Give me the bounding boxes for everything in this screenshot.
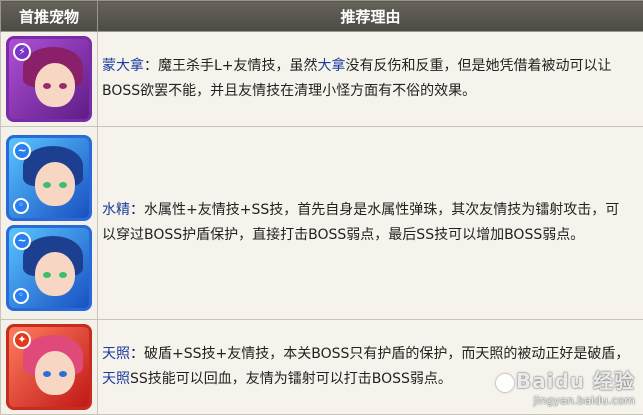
pet-cell: ⚡	[1, 32, 98, 127]
eye	[43, 272, 51, 278]
baidu-watermark: Baidu 经验 jingyan.baidu.com	[494, 365, 635, 407]
reason-cell: 蒙大拿：魔王杀手L+友情技，虽然大拿没有反伤和反重，但是她凭借着被动可以让BOS…	[98, 32, 643, 127]
pet-avatar-amaterasu[interactable]: ✦	[6, 324, 92, 410]
eye	[59, 371, 67, 377]
water-badge-icon: ~	[13, 142, 31, 160]
recommendation-table: 首推宠物 推荐理由 ⚡ 蒙大拿：魔王杀手L+友情技，虽然大拿没有反伤和反重，但是…	[0, 0, 643, 415]
reason-text: ：水属性+友情技+SS技，首先自身是水属性弹珠，其次友情技为镭射攻击，可以穿过B…	[102, 202, 619, 243]
pet-name: 水精	[102, 202, 130, 218]
skill-badge-icon: ◦	[13, 198, 29, 214]
table-row: ~ ◦ ~ ◦ 水精：水属性+友情技+SS技，首先自身是水属性弹珠，其次友情技为…	[1, 127, 643, 320]
face-shape	[35, 162, 75, 206]
table-row: ⚡ 蒙大拿：魔王杀手L+友情技，虽然大拿没有反伤和反重，但是她凭借着被动可以让B…	[1, 32, 643, 127]
baidu-paw-icon	[496, 374, 514, 392]
pet-avatar-water-spirit-alt[interactable]: ~ ◦	[6, 225, 92, 311]
reason-cell: 水精：水属性+友情技+SS技，首先自身是水属性弹珠，其次友情技为镭射攻击，可以穿…	[98, 127, 643, 320]
watermark-url: jingyan.baidu.com	[494, 394, 635, 407]
fire-badge-icon: ✦	[13, 331, 31, 349]
eye	[43, 371, 51, 377]
eye	[59, 182, 67, 188]
reason-text: ：魔王杀手L+友情技，虽然	[144, 58, 318, 74]
pet-name: 蒙大拿	[102, 58, 144, 74]
eye	[43, 182, 51, 188]
reason-text: ：破盾+SS技+友情技，本关BOSS只有护盾的保护，而天照的被动正好是破盾，	[130, 346, 629, 362]
face-shape	[35, 351, 75, 395]
pet-cell: ✦	[1, 320, 98, 415]
face-shape	[35, 63, 75, 107]
skill-badge-icon: ◦	[13, 288, 29, 304]
header-pet: 首推宠物	[1, 1, 98, 32]
eye	[59, 272, 67, 278]
watermark-brand: Baidu 经验	[494, 365, 635, 394]
pet-name: 天照	[102, 346, 130, 362]
pet-name-inline: 大拿	[318, 58, 346, 74]
reason-text: SS技能可以回血，友情为镭射可以打击BOSS弱点。	[130, 371, 452, 387]
pet-name-inline: 天照	[102, 371, 130, 387]
pet-avatar-montana[interactable]: ⚡	[6, 36, 92, 122]
face-shape	[35, 252, 75, 296]
pet-cell: ~ ◦ ~ ◦	[1, 127, 98, 320]
eye	[43, 83, 51, 89]
water-badge-icon: ~	[13, 232, 31, 250]
eye	[59, 83, 67, 89]
fire-lightning-badge-icon: ⚡	[13, 43, 31, 61]
page: 首推宠物 推荐理由 ⚡ 蒙大拿：魔王杀手L+友情技，虽然大拿没有反伤和反重，但是…	[0, 0, 643, 413]
pet-avatar-water-spirit[interactable]: ~ ◦	[6, 135, 92, 221]
header-row: 首推宠物 推荐理由	[1, 1, 643, 32]
header-reason: 推荐理由	[98, 1, 643, 32]
